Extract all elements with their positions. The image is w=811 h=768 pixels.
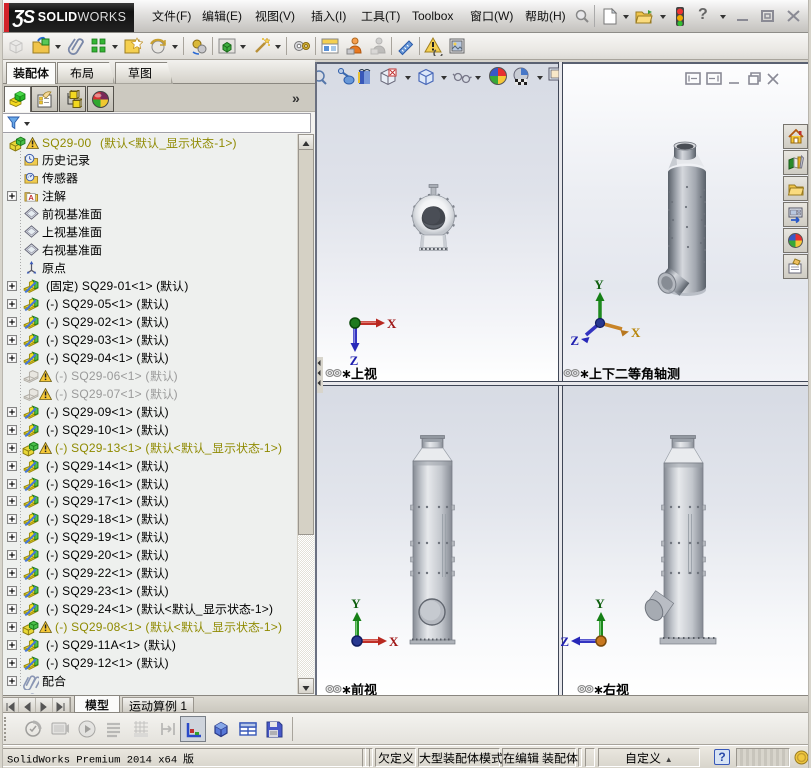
svg-text:Y: Y (594, 277, 604, 292)
svg-text:Y: Y (595, 596, 605, 611)
svg-text:X: X (631, 325, 641, 340)
svg-text:Y: Y (351, 596, 361, 611)
svg-text:A: A (28, 193, 34, 202)
svg-text:X: X (389, 634, 399, 649)
svg-text:X: X (387, 316, 397, 331)
svg-text:Z: Z (570, 333, 579, 348)
svg-text:Z: Z (560, 634, 569, 649)
